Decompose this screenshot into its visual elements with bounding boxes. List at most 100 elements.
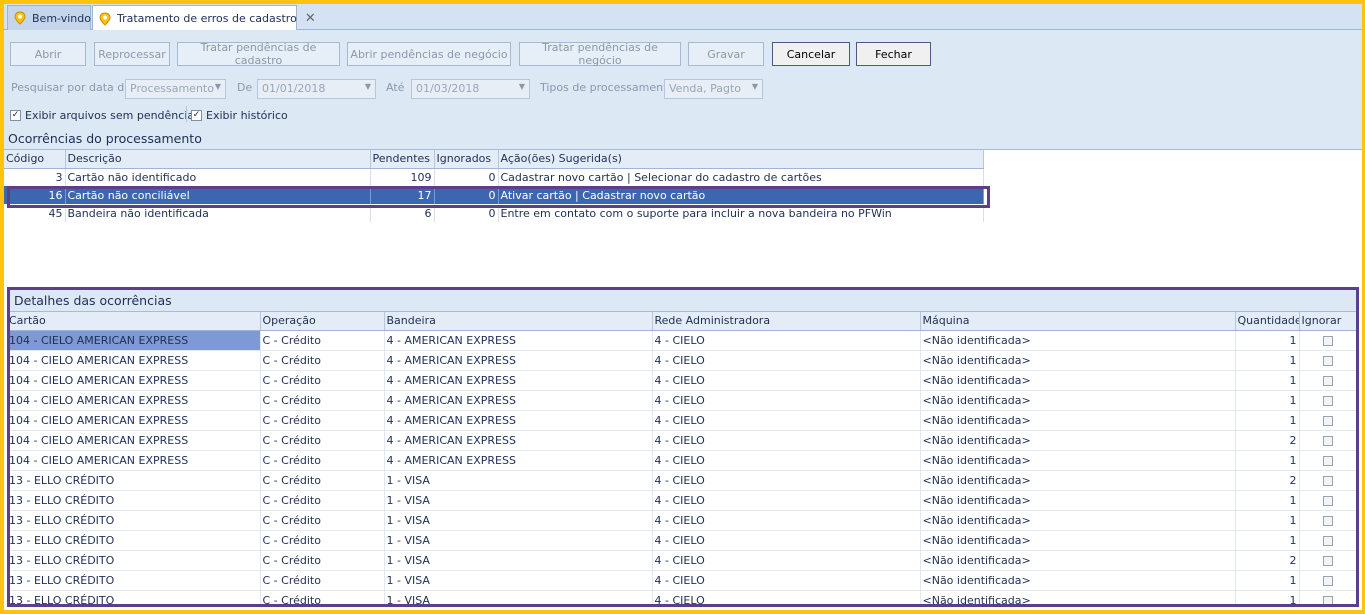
- table-row[interactable]: 104 - CIELO AMERICAN EXPRESS C - Crédito 4…: [10, 430, 1356, 451]
- reprocessar-button[interactable]: Reprocessar: [94, 42, 170, 66]
- cell-bandeira: 1 - VISA: [384, 490, 653, 511]
- pesquisar-select[interactable]: Processamento ▼: [125, 79, 226, 99]
- table-row[interactable]: 104 - CIELO AMERICAN EXPRESS C - Crédito 4…: [10, 370, 1356, 391]
- cell-ignorar: [1299, 410, 1356, 431]
- tratar-cadastro-button[interactable]: Tratar pendências de cadastro: [177, 41, 340, 67]
- ignorar-checkbox[interactable]: [1322, 535, 1333, 546]
- tab-tratamento-erros[interactable]: Tratamento de erros de cadastro ✕: [92, 5, 316, 31]
- table-row[interactable]: 104 - CIELO AMERICAN EXPRESS C - Crédito 4…: [10, 410, 1356, 431]
- column-header-acao[interactable]: Ação(ões) Sugerida(s): [498, 150, 984, 169]
- cell-rede: 4 - CIELO: [652, 330, 921, 351]
- table-row[interactable]: 104 - CIELO AMERICAN EXPRESS C - Crédito 4…: [10, 350, 1356, 371]
- tab-bem-vindo[interactable]: Bem-vindo: [7, 5, 91, 30]
- cell-descricao: Bandeira não identificada: [65, 204, 371, 222]
- de-date-field[interactable]: 01/01/2018 ▼: [257, 79, 376, 99]
- cell-operacao: C - Crédito: [260, 570, 385, 591]
- table-header-row: Cartão Operação Bandeira Rede Administra…: [10, 312, 1356, 331]
- exibir-sem-pendencias-checkbox[interactable]: ✓ Exibir arquivos sem pendências: [10, 109, 200, 122]
- cell-rede: 4 - CIELO: [652, 390, 921, 411]
- cell-operacao: C - Crédito: [260, 450, 385, 471]
- ocorrencias-table: Código Descrição Pendentes Ignorados Açã…: [4, 150, 984, 222]
- cell-rede: 4 - CIELO: [652, 410, 921, 431]
- cell-quantidade: 1: [1235, 530, 1300, 551]
- ignorar-checkbox[interactable]: [1322, 555, 1333, 566]
- ignorar-checkbox[interactable]: [1322, 415, 1333, 426]
- table-row[interactable]: 45 Bandeira não identificada 6 0 Entre e…: [4, 204, 984, 222]
- cell-cartao: 104 - CIELO AMERICAN EXPRESS: [10, 370, 261, 391]
- table-row[interactable]: 13 - ELLO CRÉDITO C - Crédito 1 - VISA 4 - …: [10, 470, 1356, 491]
- table-row[interactable]: 13 - ELLO CRÉDITO C - Crédito 1 - VISA 4 - …: [10, 590, 1356, 604]
- column-header-bandeira[interactable]: Bandeira: [384, 312, 653, 331]
- column-header-pendentes[interactable]: Pendentes: [370, 150, 435, 169]
- column-header-cartao[interactable]: Cartão: [10, 312, 261, 331]
- exibir-historico-checkbox[interactable]: ✓ Exibir histórico: [191, 109, 288, 122]
- tab-strip: Bem-vindo Tratamento de erros de cadastr…: [4, 4, 1362, 31]
- table-row[interactable]: 13 - ELLO CRÉDITO C - Crédito 1 - VISA 4 - …: [10, 490, 1356, 511]
- cell-quantidade: 1: [1235, 570, 1300, 591]
- detalhes-title: Detalhes das ocorrências: [14, 293, 172, 308]
- table-row[interactable]: 104 - CIELO AMERICAN EXPRESS C - Crédito 4…: [10, 390, 1356, 411]
- cell-cartao: 104 - CIELO AMERICAN EXPRESS: [10, 350, 261, 371]
- ignorar-checkbox[interactable]: [1322, 395, 1333, 406]
- column-header-codigo[interactable]: Código: [4, 150, 66, 169]
- cell-maquina: <Não identificada>: [920, 330, 1236, 351]
- divider: [186, 106, 187, 122]
- ignorar-checkbox[interactable]: [1322, 495, 1333, 506]
- cell-bandeira: 1 - VISA: [384, 530, 653, 551]
- ate-date-field[interactable]: 01/03/2018 ▼: [411, 79, 530, 99]
- table-row[interactable]: 13 - ELLO CRÉDITO C - Crédito 1 - VISA 4 - …: [10, 570, 1356, 591]
- ignorar-checkbox[interactable]: [1322, 595, 1333, 604]
- column-header-ignorados[interactable]: Ignorados: [434, 150, 499, 169]
- cell-quantidade: 1: [1235, 330, 1300, 351]
- cell-pendentes: 17: [370, 186, 435, 204]
- cell-descricao: Cartão não identificado: [65, 168, 371, 186]
- ignorar-checkbox[interactable]: [1322, 515, 1333, 526]
- exibir-sem-pendencias-label: Exibir arquivos sem pendências: [25, 109, 200, 122]
- cell-operacao: C - Crédito: [260, 590, 385, 604]
- column-header-descricao[interactable]: Descrição: [65, 150, 371, 169]
- cell-descricao: Cartão não conciliável: [65, 186, 371, 204]
- table-row[interactable]: 104 - CIELO AMERICAN EXPRESS C - Crédito 4…: [10, 450, 1356, 471]
- column-header-operacao[interactable]: Operação: [260, 312, 385, 331]
- table-row-selected[interactable]: 16 Cartão não conciliável 17 0 Ativar ca…: [4, 186, 984, 204]
- cell-quantidade: 1: [1235, 370, 1300, 391]
- column-header-maquina[interactable]: Máquina: [920, 312, 1236, 331]
- cell-bandeira: 4 - AMERICAN EXPRESS: [384, 410, 653, 431]
- column-header-quantidade[interactable]: Quantidade: [1235, 312, 1300, 331]
- fechar-button[interactable]: Fechar: [856, 42, 931, 66]
- tratar-negocio-button[interactable]: Tratar pendências de negócio: [519, 41, 681, 67]
- column-header-rede[interactable]: Rede Administradora: [652, 312, 921, 331]
- ignorar-checkbox[interactable]: [1322, 355, 1333, 366]
- cell-maquina: <Não identificada>: [920, 490, 1236, 511]
- cell-operacao: C - Crédito: [260, 370, 385, 391]
- cell-operacao: C - Crédito: [260, 410, 385, 431]
- ignorar-checkbox[interactable]: [1322, 435, 1333, 446]
- ignorar-checkbox[interactable]: [1322, 575, 1333, 586]
- ignorar-checkbox[interactable]: [1322, 475, 1333, 486]
- cell-operacao: C - Crédito: [260, 530, 385, 551]
- cell-ignorar: [1299, 450, 1356, 471]
- ignorar-checkbox[interactable]: [1322, 335, 1333, 346]
- tipos-select[interactable]: Venda, Pagto ▼: [664, 79, 763, 99]
- gravar-button[interactable]: Gravar: [688, 42, 764, 66]
- table-row[interactable]: 13 - ELLO CRÉDITO C - Crédito 1 - VISA 4 - …: [10, 510, 1356, 531]
- table-row[interactable]: 13 - ELLO CRÉDITO C - Crédito 1 - VISA 4 - …: [10, 530, 1356, 551]
- cell-cartao: 13 - ELLO CRÉDITO: [10, 570, 261, 591]
- tipos-value: Venda, Pagto: [669, 82, 742, 95]
- cell-ignorar: [1299, 330, 1356, 351]
- ignorar-checkbox[interactable]: [1322, 375, 1333, 386]
- column-header-ignorar[interactable]: Ignorar: [1299, 312, 1356, 331]
- cell-bandeira: 1 - VISA: [384, 470, 653, 491]
- cell-maquina: <Não identificada>: [920, 450, 1236, 471]
- ignorar-checkbox[interactable]: [1322, 455, 1333, 466]
- abrir-negocio-button[interactable]: Abrir pendências de negócio: [347, 42, 511, 66]
- close-icon[interactable]: ✕: [305, 11, 316, 26]
- abrir-button[interactable]: Abrir: [10, 42, 86, 66]
- cell-ignorar: [1299, 530, 1356, 551]
- cancelar-button[interactable]: Cancelar: [772, 42, 850, 66]
- table-row[interactable]: 13 - ELLO CRÉDITO C - Crédito 1 - VISA 4 - …: [10, 550, 1356, 571]
- cell-rede: 4 - CIELO: [652, 490, 921, 511]
- ate-label: Até: [386, 81, 405, 94]
- table-row[interactable]: 104 - CIELO AMERICAN EXPRESS C - Crédito 4…: [10, 330, 1356, 351]
- table-row[interactable]: 3 Cartão não identificado 109 0 Cadastra…: [4, 168, 984, 186]
